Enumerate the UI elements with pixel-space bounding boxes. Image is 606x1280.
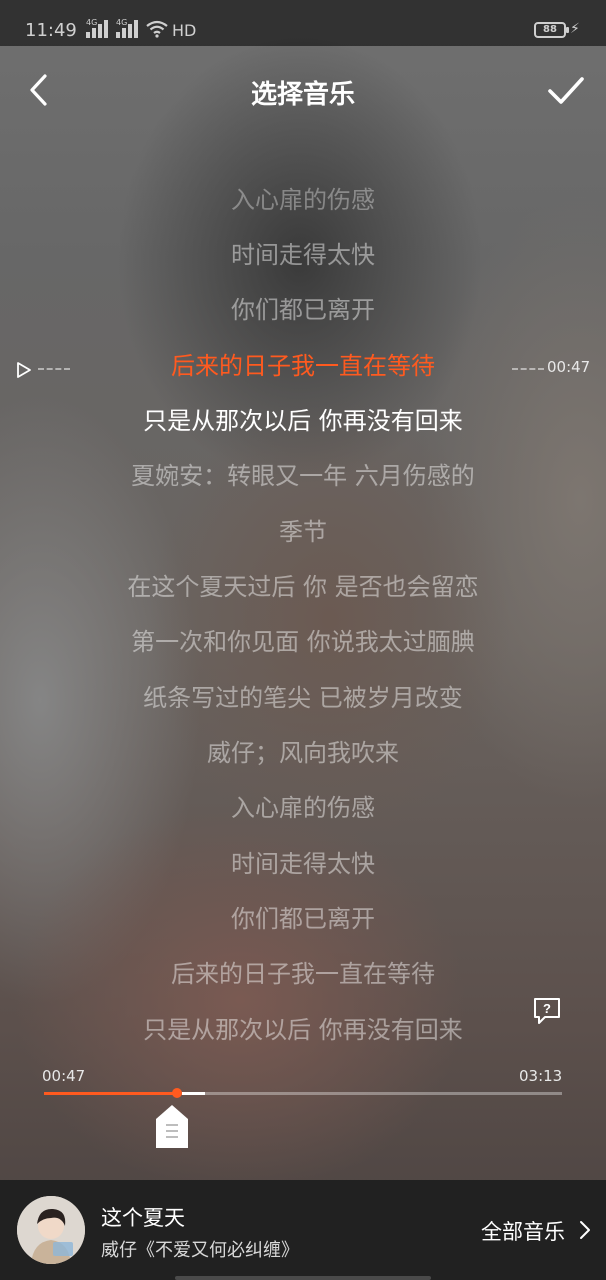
charging-icon: ⚡ xyxy=(570,21,580,37)
line-timestamp: 00:47 xyxy=(547,358,591,376)
lyric-line[interactable]: 你们都已离开 xyxy=(0,891,606,947)
wifi-icon xyxy=(146,20,168,38)
progress-track[interactable] xyxy=(44,1088,562,1098)
progress-dot[interactable] xyxy=(172,1088,182,1098)
hd-indicator: HD xyxy=(172,21,197,40)
artist-avatar-image xyxy=(17,1196,85,1264)
lyric-line[interactable]: 季节 xyxy=(0,504,606,560)
lyric-line[interactable]: 威仔；风向我吹来 xyxy=(0,725,606,781)
confirm-check-icon[interactable] xyxy=(544,68,588,112)
song-artist-album: 威仔《不爱又何必纠缠》 xyxy=(101,1240,299,1261)
progress-end-time: 03:13 xyxy=(519,1067,563,1085)
lyric-line[interactable]: 第一次和你见面 你说我太过腼腆 xyxy=(0,614,606,670)
line-indicator-dash-right xyxy=(512,368,544,370)
album-avatar[interactable] xyxy=(17,1196,85,1264)
lyric-line[interactable]: 时间走得太快 xyxy=(0,227,606,283)
lyric-line[interactable]: 在这个夏天过后 你 是否也会留恋 xyxy=(0,559,606,615)
music-picker-screen: 11:49 4G 4G HD 88 ⚡ 选择音乐 入心扉的伤感 时间走得太快 你… xyxy=(0,0,606,1280)
progress-selection xyxy=(182,1092,205,1095)
lyric-line[interactable]: 入心扉的伤感 xyxy=(0,172,606,228)
now-playing-bar[interactable]: 这个夏天 威仔《不爱又何必纠缠》 全部音乐 xyxy=(0,1180,606,1280)
lyric-line[interactable]: 入心扉的伤感 xyxy=(0,780,606,836)
play-from-line-icon[interactable] xyxy=(14,360,34,380)
lyric-line[interactable]: 后来的日子我一直在等待 xyxy=(0,946,606,1002)
song-title: 这个夏天 xyxy=(101,1206,185,1230)
status-bar: 11:49 4G 4G HD 88 ⚡ xyxy=(0,0,606,46)
chevron-right-icon[interactable] xyxy=(578,1220,592,1240)
lyric-line[interactable]: 夏婉安：转眼又一年 六月伤感的 xyxy=(0,448,606,504)
page-title: 选择音乐 xyxy=(250,80,355,110)
all-music-link[interactable]: 全部音乐 xyxy=(481,1216,565,1246)
lyrics-list[interactable]: 入心扉的伤感 时间走得太快 你们都已离开 后来的日子我一直在等待 只是从那次以后… xyxy=(0,172,606,1052)
svg-text:?: ? xyxy=(543,1001,551,1016)
status-time: 11:49 xyxy=(25,20,77,41)
lyric-line[interactable]: 只是从那次以后 你再没有回来 xyxy=(0,393,606,449)
lyric-line[interactable]: 时间走得太快 xyxy=(0,836,606,892)
lyric-line[interactable]: 只是从那次以后 你再没有回来 xyxy=(0,1002,606,1058)
cellular-signal-icon: 4G xyxy=(86,18,108,38)
help-icon[interactable]: ? xyxy=(531,995,563,1027)
drag-handle[interactable] xyxy=(155,1104,189,1150)
lyric-line[interactable]: 纸条写过的笔尖 已被岁月改变 xyxy=(0,670,606,726)
line-indicator-dash-left xyxy=(38,368,70,370)
progress-start-time: 00:47 xyxy=(42,1067,86,1085)
battery-icon: 88 xyxy=(534,22,569,38)
lyric-line-selected[interactable]: 后来的日子我一直在等待 xyxy=(0,338,606,394)
cellular-signal-icon-2: 4G xyxy=(116,18,138,38)
progress-played xyxy=(44,1092,177,1095)
home-indicator xyxy=(175,1276,431,1280)
lyric-line[interactable]: 你们都已离开 xyxy=(0,282,606,338)
header: 选择音乐 xyxy=(0,46,606,136)
